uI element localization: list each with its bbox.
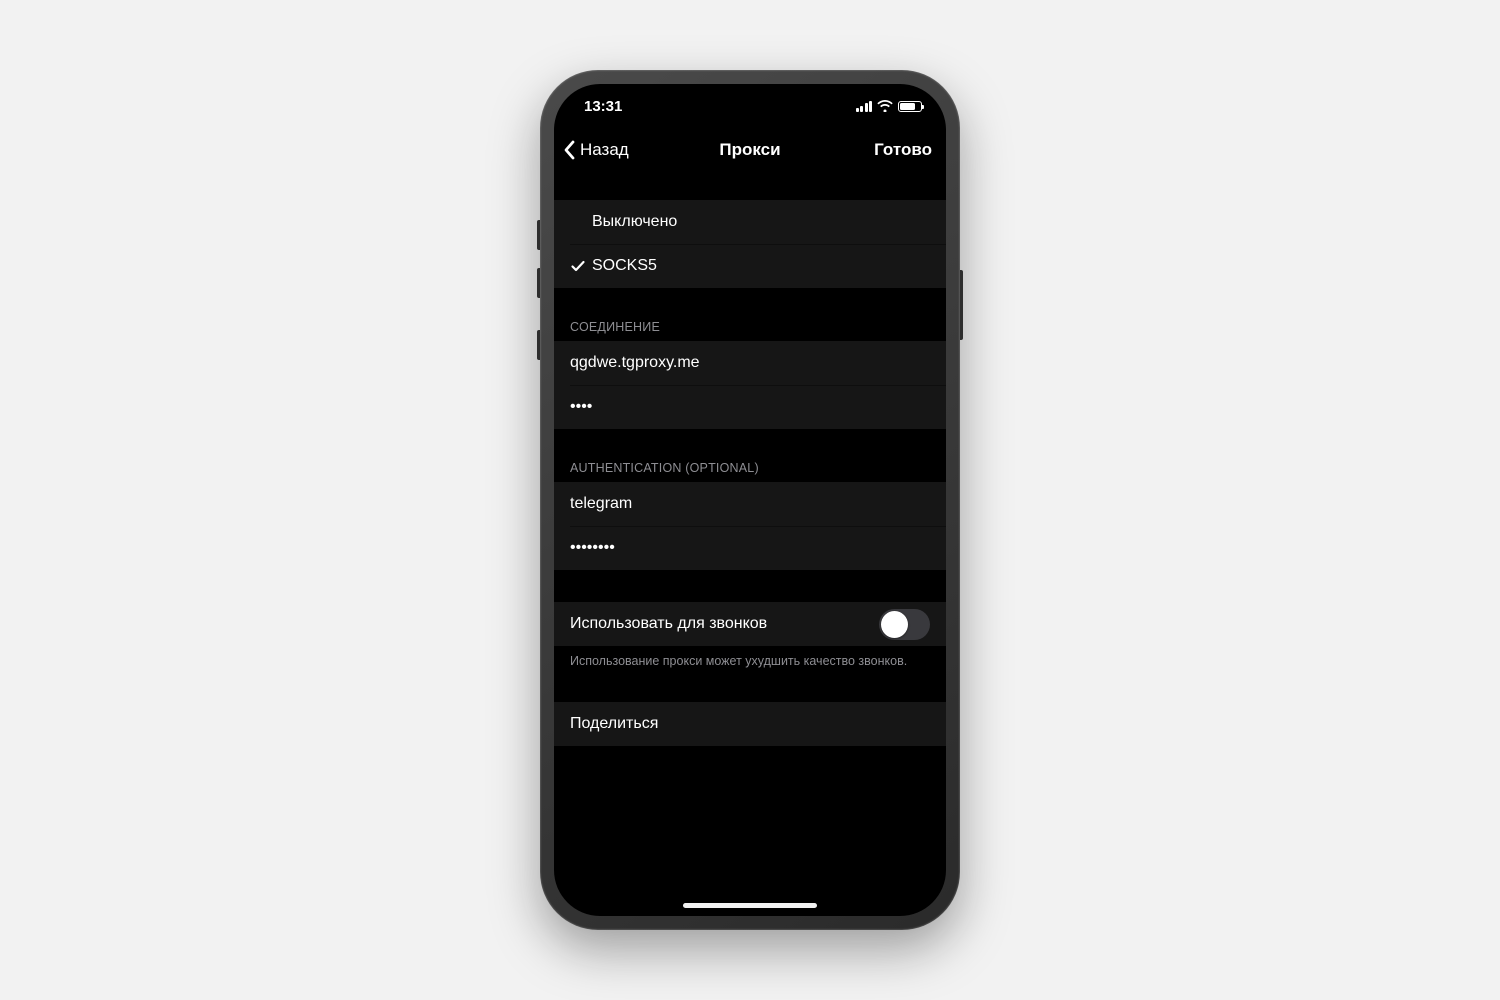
- proxy-disabled-label: Выключено: [592, 213, 930, 231]
- status-time: 13:31: [584, 98, 622, 115]
- use-for-calls-cell[interactable]: Использовать для звонков: [554, 602, 946, 646]
- port-input[interactable]: [570, 398, 930, 416]
- share-group: Поделиться: [554, 702, 946, 746]
- done-button[interactable]: Готово: [874, 140, 936, 160]
- status-right: [856, 100, 923, 112]
- proxy-type-group: Выключено SOCKS5: [554, 200, 946, 288]
- password-input[interactable]: [570, 539, 930, 557]
- proxy-type-socks5[interactable]: SOCKS5: [554, 244, 946, 288]
- share-button[interactable]: Поделиться: [554, 702, 946, 746]
- username-input[interactable]: [570, 495, 930, 513]
- auth-group: AUTHENTICATION (OPTIONAL): [554, 461, 946, 570]
- proxy-socks5-label: SOCKS5: [592, 257, 930, 275]
- nav-bar: Назад Прокси Готово: [554, 128, 946, 172]
- proxy-type-disabled[interactable]: Выключено: [554, 200, 946, 244]
- switch-knob: [881, 611, 908, 638]
- auth-header: AUTHENTICATION (OPTIONAL): [554, 461, 946, 482]
- home-indicator[interactable]: [683, 903, 817, 908]
- cellular-icon: [856, 101, 873, 112]
- content: Выключено SOCKS5 СОЕДИНЕНИЕ: [554, 200, 946, 746]
- back-label: Назад: [580, 140, 629, 160]
- connection-header: СОЕДИНЕНИЕ: [554, 320, 946, 341]
- connection-group: СОЕДИНЕНИЕ: [554, 320, 946, 429]
- notch: [660, 84, 840, 112]
- wifi-icon: [877, 100, 893, 112]
- password-cell[interactable]: [554, 526, 946, 570]
- chevron-left-icon: [564, 140, 576, 160]
- username-cell[interactable]: [554, 482, 946, 526]
- server-input[interactable]: [570, 354, 930, 372]
- calls-group: Использовать для звонков Использование п…: [554, 602, 946, 670]
- calls-note: Использование прокси может ухудшить каче…: [554, 646, 946, 670]
- server-cell[interactable]: [554, 341, 946, 385]
- page-title: Прокси: [719, 140, 780, 160]
- share-label: Поделиться: [570, 715, 930, 733]
- device-frame: 13:31 Назад Прокси Г: [540, 70, 960, 930]
- battery-icon: [898, 101, 922, 112]
- port-cell[interactable]: [554, 385, 946, 429]
- use-for-calls-toggle[interactable]: [879, 609, 930, 640]
- use-for-calls-label: Использовать для звонков: [570, 615, 879, 633]
- back-button[interactable]: Назад: [564, 140, 629, 160]
- screen: 13:31 Назад Прокси Г: [554, 84, 946, 916]
- checkmark-icon: [570, 258, 592, 274]
